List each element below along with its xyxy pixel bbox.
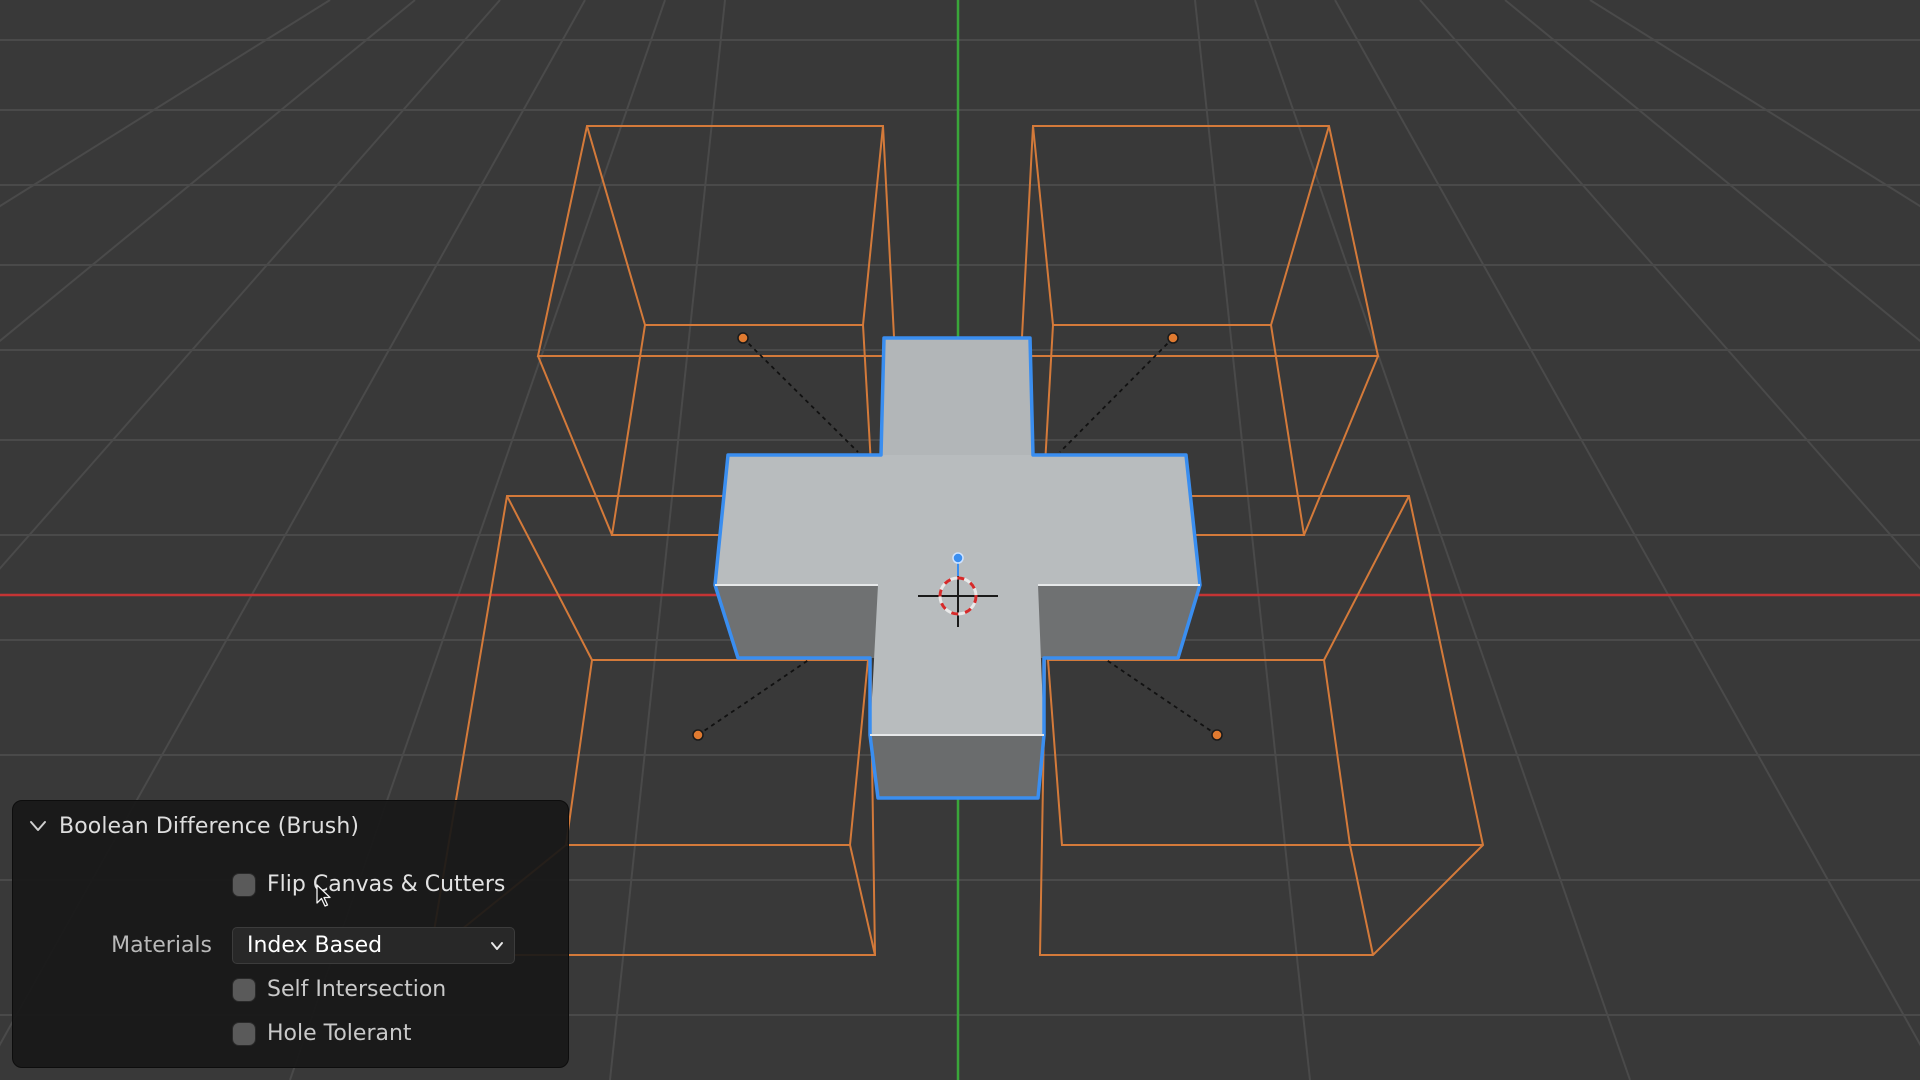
chevron-down-icon [491, 942, 503, 950]
panel-header[interactable]: Boolean Difference (Brush) [27, 811, 359, 841]
operator-redo-panel: Boolean Difference (Brush) Flip Canvas &… [12, 800, 569, 1068]
panel-title: Boolean Difference (Brush) [59, 813, 360, 839]
self-intersection-checkbox[interactable] [232, 977, 256, 1002]
flip-canvas-cutters-label: Flip Canvas & Cutters [267, 872, 506, 897]
flip-canvas-cutters-checkbox[interactable] [232, 872, 256, 897]
materials-label: Materials [111, 933, 212, 958]
flip-canvas-cutters-row[interactable]: Flip Canvas & Cutters [232, 872, 505, 897]
hole-tolerant-checkbox[interactable] [232, 1021, 256, 1046]
hole-tolerant-label: Hole Tolerant [267, 1021, 412, 1046]
chevron-down-icon [30, 821, 46, 831]
self-intersection-label: Self Intersection [267, 977, 447, 1002]
self-intersection-row[interactable]: Self Intersection [232, 977, 446, 1002]
mouse-pointer-icon [316, 884, 331, 907]
materials-dropdown[interactable]: Index Based [232, 927, 515, 964]
materials-dropdown-value: Index Based [247, 933, 383, 958]
hole-tolerant-row[interactable]: Hole Tolerant [232, 1021, 412, 1046]
materials-row: Materials Index Based [13, 927, 570, 964]
